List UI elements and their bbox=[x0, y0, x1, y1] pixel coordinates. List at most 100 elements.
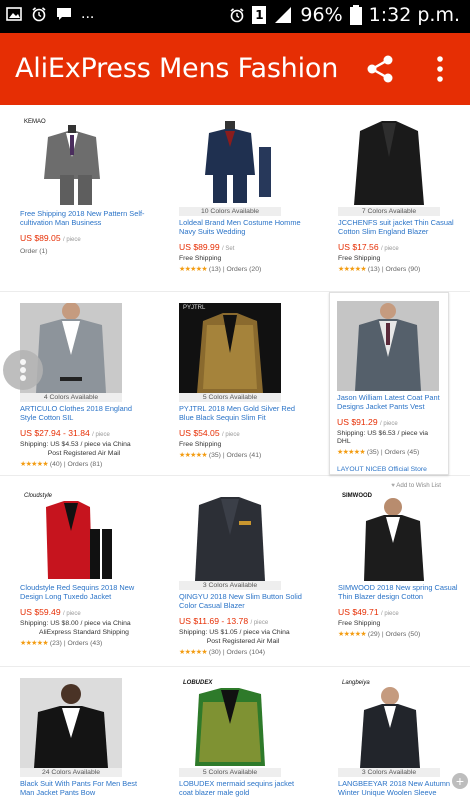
grey-suit-image bbox=[355, 303, 421, 391]
product-shipping-method: Post Registered Air Mail bbox=[206, 637, 280, 645]
product-price: US $89.99 / Set bbox=[179, 242, 235, 252]
product-rating: ★★★★★ (35) | Orders (45) bbox=[337, 449, 420, 457]
casual-blazer-image bbox=[195, 497, 265, 581]
product-shipping: Free Shipping bbox=[179, 254, 222, 262]
product-card[interactable]: 24 Colors Available Black Suit With Pant… bbox=[20, 678, 148, 797]
sequin-blazer-image bbox=[197, 313, 263, 393]
product-card-highlighted[interactable]: Jason William Latest Coat Pant Designs J… bbox=[329, 292, 449, 489]
product-price: US $59.49 / piece bbox=[20, 607, 81, 617]
product-card[interactable]: Cloudstyle Cloudstyle Red Sequins 2018 N… bbox=[20, 491, 148, 649]
product-shipping: Free Shipping bbox=[179, 440, 222, 448]
red-tuxedo-image bbox=[46, 501, 112, 579]
product-orders: Order (1) bbox=[20, 247, 48, 255]
signal-icon bbox=[275, 7, 292, 23]
plus-icon[interactable]: + bbox=[452, 773, 468, 789]
product-rating: ★★★★★ (30) | Orders (104) bbox=[179, 649, 266, 657]
product-price: US $27.94 - 31.84 / piece bbox=[20, 428, 110, 438]
product-shipping: Shipping: US $4.53 / piece via China bbox=[20, 440, 131, 448]
mermaid-sequin-blazer-image bbox=[195, 688, 265, 766]
black-suit-image bbox=[34, 684, 108, 768]
colors-available: 4 Colors Available bbox=[20, 393, 122, 402]
colors-available: 10 Colors Available bbox=[179, 207, 281, 216]
more-vert-icon[interactable] bbox=[430, 55, 450, 83]
product-title[interactable]: PYJTRL 2018 Men Gold Silver Red Blue Bla… bbox=[179, 404, 307, 422]
add-to-wishlist-button[interactable]: ♥ Add to Wish List bbox=[337, 482, 441, 490]
product-price: US $54.05 / piece bbox=[179, 428, 240, 438]
store-link[interactable]: LAYOUT NICEB Official Store bbox=[337, 466, 441, 474]
product-image[interactable] bbox=[20, 678, 122, 768]
product-image[interactable] bbox=[179, 117, 281, 207]
product-title[interactable]: Black Suit With Pants For Men Best Man J… bbox=[20, 779, 148, 797]
add-to-wishlist-icon: ♥ bbox=[391, 482, 395, 490]
product-shipping: Shipping: US $1.05 / piece via China bbox=[179, 628, 290, 636]
sim-badge: 1 bbox=[252, 6, 267, 24]
colors-available: 3 Colors Available bbox=[179, 581, 281, 590]
product-title[interactable]: ARTICULO Clothes 2018 England Style Cott… bbox=[20, 404, 148, 422]
product-image[interactable]: Cloudstyle bbox=[20, 491, 122, 581]
product-card[interactable]: SIMWOOD SIMWOOD 2018 New spring Casual T… bbox=[338, 491, 466, 639]
product-card[interactable]: 10 Colors Available Loldeal Brand Men Co… bbox=[179, 117, 307, 274]
clock: 1:32 p.m. bbox=[368, 4, 460, 26]
battery-icon bbox=[349, 5, 362, 25]
product-title[interactable]: Jason William Latest Coat Pant Designs J… bbox=[337, 393, 441, 411]
product-card[interactable]: 7 Colors Available JCCHENFS suit jacket … bbox=[338, 117, 466, 274]
notification-icons: ... bbox=[6, 6, 94, 22]
colors-available: 5 Colors Available bbox=[179, 768, 281, 777]
product-title[interactable]: Free Shipping 2018 New Pattern Self-cult… bbox=[20, 209, 148, 227]
colors-available: 7 Colors Available bbox=[338, 207, 440, 216]
brand-label: SIMWOOD bbox=[342, 493, 372, 499]
suit-image bbox=[44, 125, 100, 205]
product-shipping: Free Shipping bbox=[338, 254, 381, 262]
more-notifications: ... bbox=[81, 5, 95, 22]
product-card[interactable]: Langbeiya 3 Colors Available LANGBEEYAR … bbox=[338, 678, 466, 797]
product-card[interactable]: 4 Colors Available ARTICULO Clothes 2018… bbox=[20, 303, 148, 470]
product-title[interactable]: LOBUDEX mermaid sequins jacket coat blaz… bbox=[179, 779, 307, 797]
product-card[interactable]: KEMAO Free Shipping 2018 New Pattern Sel… bbox=[20, 117, 148, 256]
row-divider bbox=[0, 475, 470, 476]
product-rating: ★★★★★ (23) | Orders (43) bbox=[20, 640, 103, 648]
product-rating: ★★★★★ (13) | Orders (90) bbox=[338, 265, 421, 273]
product-image[interactable] bbox=[179, 491, 281, 581]
product-card[interactable]: 3 Colors Available QINGYU 2018 New Slim … bbox=[179, 491, 307, 658]
product-shipping-method: AliExpress Standard Shipping bbox=[39, 628, 129, 636]
product-image[interactable] bbox=[337, 301, 439, 391]
share-icon[interactable] bbox=[364, 53, 396, 85]
product-rating: ★★★★★ (29) | Orders (50) bbox=[338, 630, 421, 638]
product-rating: ★★★★★ (13) | Orders (20) bbox=[179, 265, 262, 273]
product-image[interactable]: KEMAO bbox=[20, 117, 122, 207]
black-blazer-image bbox=[354, 121, 424, 205]
colors-available: 24 Colors Available bbox=[20, 768, 122, 777]
product-image[interactable] bbox=[338, 117, 440, 207]
product-grid[interactable]: KEMAO Free Shipping 2018 New Pattern Sel… bbox=[0, 105, 470, 800]
system-status: 1 96% 1:32 p.m. bbox=[229, 4, 460, 26]
woolen-blazer-image bbox=[360, 687, 420, 768]
product-image[interactable]: SIMWOOD bbox=[338, 491, 440, 581]
brand-label: Cloudstyle bbox=[24, 493, 53, 499]
status-bar: ... 1 96% 1:32 p.m. bbox=[0, 0, 470, 33]
product-title[interactable]: QINGYU 2018 New Slim Button Solid Color … bbox=[179, 592, 307, 610]
row-divider bbox=[0, 666, 470, 667]
product-title[interactable]: SIMWOOD 2018 New spring Casual Thin Blaz… bbox=[338, 583, 466, 601]
product-card[interactable]: PYJTRL 5 Colors Available PYJTRL 2018 Me… bbox=[179, 303, 307, 460]
product-title[interactable]: LANGBEEYAR 2018 New Autumn Winter Unique… bbox=[338, 779, 466, 797]
product-title[interactable]: JCCHENFS suit jacket Thin Casual Cotton … bbox=[338, 218, 466, 236]
product-shipping-method: Post Registered Air Mail bbox=[47, 449, 121, 457]
product-image[interactable]: PYJTRL bbox=[179, 303, 281, 393]
product-rating: ★★★★★ (40) | Orders (81) bbox=[20, 461, 103, 469]
spring-blazer-image bbox=[364, 498, 424, 581]
product-price: US $17.56 / piece bbox=[338, 242, 399, 252]
product-card[interactable]: LOBUDEX 5 Colors Available LOBUDEX merma… bbox=[179, 678, 307, 797]
app-title: AliExPress Mens Fashion bbox=[15, 53, 339, 84]
navy-suit-image bbox=[205, 121, 271, 203]
product-title[interactable]: Cloudstyle Red Sequins 2018 New Design L… bbox=[20, 583, 148, 601]
product-shipping: Shipping: US $6.53 / piece via DHL bbox=[337, 429, 429, 445]
product-image[interactable]: LOBUDEX bbox=[179, 678, 281, 768]
product-image[interactable]: Langbeiya bbox=[338, 678, 440, 768]
alarm-icon bbox=[32, 7, 46, 22]
product-price: US $11.69 - 13.78 / piece bbox=[179, 616, 269, 626]
product-price: US $91.29 / piece bbox=[337, 417, 398, 427]
product-title[interactable]: Loldeal Brand Men Costume Homme Navy Sui… bbox=[179, 218, 307, 236]
side-handle-icon[interactable] bbox=[3, 350, 43, 390]
brand-label: Langbeiya bbox=[342, 680, 370, 686]
product-price: US $89.05 / piece bbox=[20, 233, 81, 243]
